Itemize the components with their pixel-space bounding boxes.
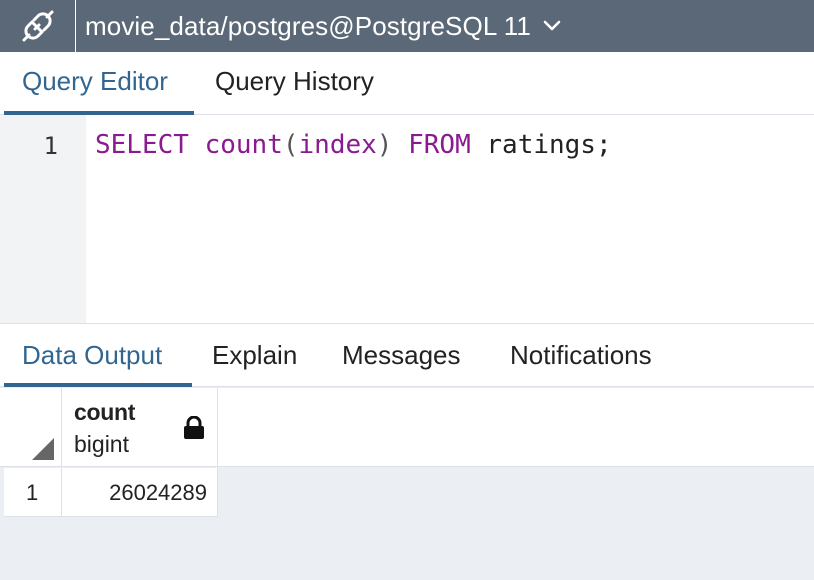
tab-query-editor[interactable]: Query Editor <box>22 66 168 97</box>
code-paren-open: ( <box>282 130 299 160</box>
sql-keyword-from: FROM <box>408 130 471 160</box>
tab-query-history[interactable]: Query History <box>215 66 374 97</box>
title-bar: movie_data/postgres@PostgreSQL 11 <box>0 0 814 52</box>
sql-keyword-index: index <box>298 130 377 160</box>
tab-messages[interactable]: Messages <box>342 340 461 371</box>
select-all-corner[interactable] <box>4 388 62 467</box>
cell-count[interactable]: 26024289 <box>62 468 218 516</box>
data-output-grid: count bigint 1 26024289 <box>0 388 814 580</box>
tab-notifications[interactable]: Notifications <box>510 340 652 371</box>
lock-icon <box>183 415 205 445</box>
column-header-count[interactable]: count bigint <box>62 388 218 467</box>
column-type: bigint <box>74 431 129 457</box>
corner-triangle-icon <box>32 438 54 460</box>
line-number: 1 <box>43 132 58 160</box>
row-number[interactable]: 1 <box>4 468 62 516</box>
output-tab-bar: Data Output Explain Messages Notificatio… <box>0 323 814 387</box>
sql-keyword-select: SELECT <box>95 130 189 160</box>
sql-function-count: count <box>204 130 283 160</box>
editor-tab-bar: Query Editor Query History <box>0 52 814 115</box>
code-line[interactable]: SELECT count(index) FROM ratings; <box>95 130 612 160</box>
tab-explain[interactable]: Explain <box>212 340 297 371</box>
code-paren-close: ) <box>376 130 393 160</box>
active-tab-indicator <box>4 383 192 387</box>
chevron-down-icon[interactable] <box>543 20 561 32</box>
code-table-name: ratings; <box>470 130 612 160</box>
column-name: count <box>74 399 136 425</box>
tab-data-output[interactable]: Data Output <box>22 340 162 371</box>
plug-disconnected-icon[interactable] <box>0 0 76 52</box>
sql-editor[interactable]: 1 SELECT count(index) FROM ratings; <box>0 115 814 323</box>
line-number-gutter: 1 <box>0 115 86 323</box>
grid-header-row: count bigint <box>0 388 814 467</box>
table-row[interactable]: 1 26024289 <box>4 468 218 517</box>
connection-label[interactable]: movie_data/postgres@PostgreSQL 11 <box>85 11 531 42</box>
